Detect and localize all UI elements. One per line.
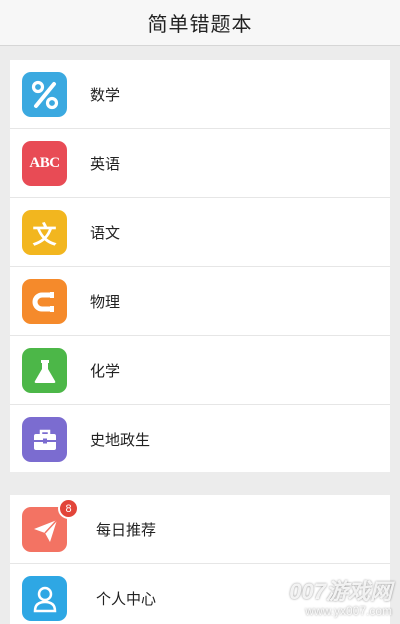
subject-label-english: 英语 xyxy=(90,154,121,173)
subject-item-chemistry[interactable]: 化学 xyxy=(10,336,390,405)
magnet-icon xyxy=(22,279,67,324)
subject-item-english[interactable]: ABC 英语 xyxy=(10,129,390,198)
menu-label-daily-recommend: 每日推荐 xyxy=(96,520,157,539)
wen-character-icon: 文 xyxy=(22,210,67,255)
title-bar: 简单错题本 xyxy=(0,0,400,46)
subject-list: 数学 ABC 英语 文 语文 物理 化学 史地政生 xyxy=(10,60,390,472)
menu-label-profile: 个人中心 xyxy=(96,590,157,608)
subject-label-math: 数学 xyxy=(90,85,121,104)
subject-item-chinese[interactable]: 文 语文 xyxy=(10,198,390,267)
subject-item-math[interactable]: 数学 xyxy=(10,60,390,129)
menu-list: 8 每日推荐 个人中心 xyxy=(10,495,390,624)
subject-label-chemistry: 化学 xyxy=(90,361,121,380)
page-title: 简单错题本 xyxy=(147,12,253,36)
percent-icon xyxy=(22,72,67,117)
subject-label-chinese: 语文 xyxy=(90,223,121,242)
subject-item-humanities[interactable]: 史地政生 xyxy=(10,405,390,474)
briefcase-icon xyxy=(22,417,67,462)
person-icon xyxy=(22,576,67,621)
subject-label-physics: 物理 xyxy=(90,292,121,311)
menu-item-profile[interactable]: 个人中心 xyxy=(10,564,390,624)
menu-item-daily-recommend[interactable]: 8 每日推荐 xyxy=(10,495,390,564)
notification-badge: 8 xyxy=(58,498,79,519)
subject-item-physics[interactable]: 物理 xyxy=(10,267,390,336)
abc-icon-text: ABC xyxy=(29,155,60,171)
wen-icon-text: 文 xyxy=(32,221,57,249)
flask-icon xyxy=(22,348,67,393)
subject-label-humanities: 史地政生 xyxy=(90,431,151,449)
abc-icon: ABC xyxy=(22,141,67,186)
